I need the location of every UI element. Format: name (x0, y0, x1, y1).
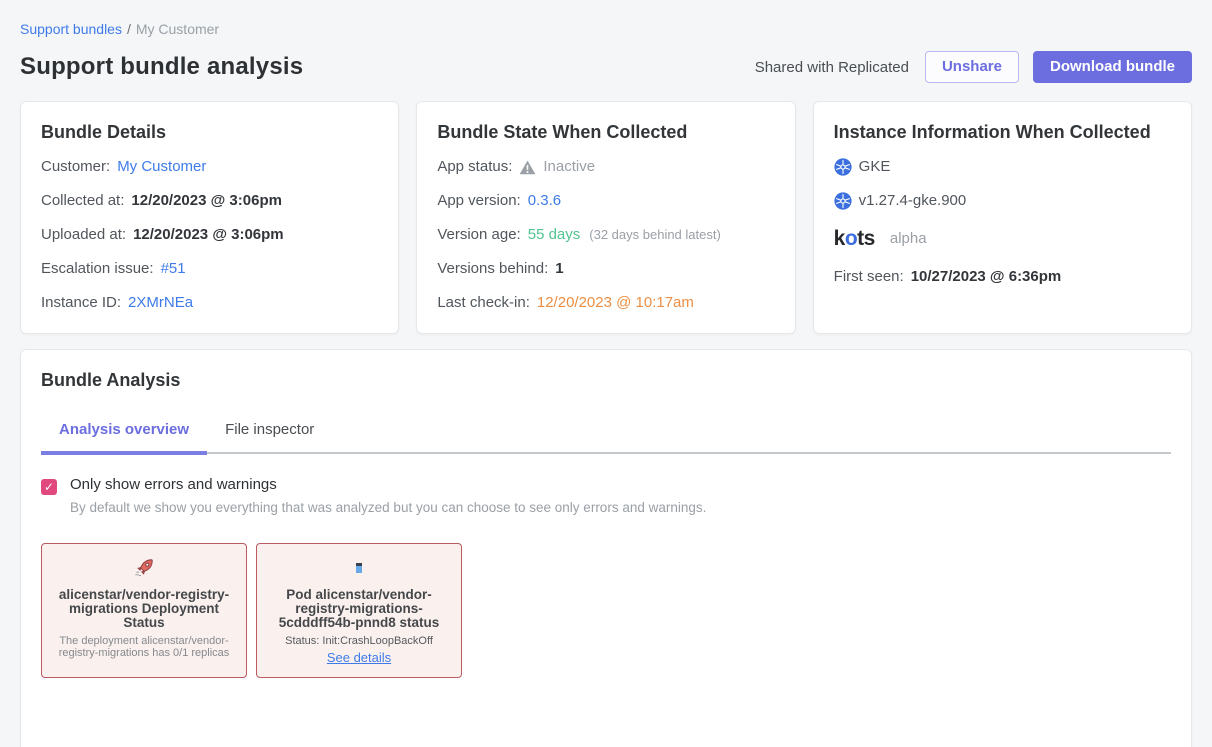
error-title: Pod alicenstar/vendor-registry-migration… (267, 588, 451, 630)
version-age-value: 55 days (528, 225, 581, 245)
deployment-status-error-card[interactable]: alicenstar/vendor-registry-migrations De… (41, 543, 247, 678)
filter-description: By default we show you everything that w… (70, 500, 706, 515)
versions-behind-row: Versions behind: 1 (437, 259, 774, 279)
collected-at-row: Collected at: 12/20/2023 @ 3:06pm (41, 191, 378, 211)
last-checkin-row: Last check-in: 12/20/2023 @ 10:17am (437, 293, 774, 313)
tab-file-inspector[interactable]: File inspector (207, 421, 332, 455)
distribution-value: GKE (859, 157, 891, 177)
version-age-note: (32 days behind latest) (589, 225, 721, 245)
version-age-row: Version age: 55 days (32 days behind lat… (437, 225, 774, 245)
breadcrumb-separator: / (127, 21, 131, 37)
uploaded-at-row: Uploaded at: 12/20/2023 @ 3:06pm (41, 225, 378, 245)
app-version-row: App version: 0.3.6 (437, 191, 774, 211)
filter-label: Only show errors and warnings (70, 476, 706, 493)
versions-behind-value: 1 (555, 259, 563, 279)
breadcrumb-current: My Customer (136, 21, 219, 37)
support-bundle-analysis-page: Support bundles / My Customer Support bund… (0, 0, 1212, 747)
error-title: alicenstar/vendor-registry-migrations De… (52, 588, 236, 630)
bundle-analysis-title: Bundle Analysis (41, 370, 1171, 391)
kots-logo-k: k (834, 227, 845, 250)
distribution-row: GKE (834, 157, 1171, 177)
kots-row: kots alpha (834, 229, 1171, 249)
bundle-state-card: Bundle State When Collected App status: … (416, 101, 795, 334)
app-version-label: App version: (437, 191, 520, 211)
analysis-results-row: alicenstar/vendor-registry-migrations De… (41, 543, 1171, 678)
instance-id-link[interactable]: 2XMrNEa (128, 293, 193, 313)
customer-link[interactable]: My Customer (117, 157, 206, 177)
errors-filter-row: ✓ Only show errors and warnings By defau… (41, 476, 1171, 515)
uploaded-at-value: 12/20/2023 @ 3:06pm (133, 225, 284, 245)
broken-image-icon (267, 556, 451, 580)
breadcrumb: Support bundles / My Customer (20, 0, 1192, 37)
only-errors-checkbox[interactable]: ✓ (41, 479, 57, 495)
app-status-value: Inactive (543, 157, 595, 177)
customer-label: Customer: (41, 157, 110, 177)
bundle-state-title: Bundle State When Collected (437, 122, 774, 143)
uploaded-at-label: Uploaded at: (41, 225, 126, 245)
first-seen-row: First seen: 10/27/2023 @ 6:36pm (834, 267, 1171, 287)
kubernetes-distribution-icon (834, 158, 852, 176)
page-header: Support bundle analysis Shared with Repl… (20, 51, 1192, 83)
version-age-label: Version age: (437, 225, 520, 245)
collected-at-label: Collected at: (41, 191, 124, 211)
first-seen-value: 10/27/2023 @ 6:36pm (911, 267, 1062, 287)
instance-id-row: Instance ID: 2XMrNEa (41, 293, 378, 313)
last-checkin-value: 12/20/2023 @ 10:17am (537, 293, 694, 313)
last-checkin-label: Last check-in: (437, 293, 530, 313)
warning-triangle-icon (519, 160, 536, 175)
download-bundle-button[interactable]: Download bundle (1033, 51, 1192, 83)
app-version-link[interactable]: 0.3.6 (528, 191, 561, 211)
tab-analysis-overview[interactable]: Analysis overview (41, 421, 207, 455)
k8s-version-value: v1.27.4-gke.900 (859, 191, 967, 211)
kots-logo-o: o (845, 227, 857, 250)
app-status-label: App status: (437, 157, 512, 177)
filter-texts: Only show errors and warnings By default… (70, 476, 706, 515)
bundle-details-card: Bundle Details Customer: My Customer Col… (20, 101, 399, 334)
instance-id-label: Instance ID: (41, 293, 121, 313)
instance-info-title: Instance Information When Collected (834, 122, 1171, 143)
header-actions: Shared with Replicated Unshare Download … (755, 51, 1192, 83)
rocket-icon (52, 556, 236, 580)
see-details-link[interactable]: See details (327, 650, 391, 665)
shared-status-text: Shared with Replicated (755, 59, 909, 76)
collected-at-value: 12/20/2023 @ 3:06pm (131, 191, 282, 211)
escalation-issue-row: Escalation issue: #51 (41, 259, 378, 279)
pod-status-error-card[interactable]: Pod alicenstar/vendor-registry-migration… (256, 543, 462, 678)
customer-row: Customer: My Customer (41, 157, 378, 177)
kubernetes-version-icon (834, 192, 852, 210)
instance-info-card: Instance Information When Collected GKE … (813, 101, 1192, 334)
escalation-issue-link[interactable]: #51 (161, 259, 186, 279)
analysis-tabs: Analysis overview File inspector (41, 421, 1171, 454)
escalation-issue-label: Escalation issue: (41, 259, 154, 279)
k8s-version-row: v1.27.4-gke.900 (834, 191, 1171, 211)
bundle-analysis-card: Bundle Analysis Analysis overview File i… (20, 349, 1192, 747)
versions-behind-label: Versions behind: (437, 259, 548, 279)
app-status-row: App status: Inactive (437, 157, 774, 177)
kots-channel: alpha (890, 229, 927, 249)
error-message: The deployment alicenstar/vendor-registr… (52, 635, 236, 659)
first-seen-label: First seen: (834, 267, 904, 287)
page-title: Support bundle analysis (20, 53, 303, 81)
info-cards-row: Bundle Details Customer: My Customer Col… (20, 101, 1192, 334)
error-status: Status: Init:CrashLoopBackOff (267, 635, 451, 647)
breadcrumb-support-bundles-link[interactable]: Support bundles (20, 21, 122, 37)
kots-logo-ts: ts (857, 227, 875, 250)
unshare-button[interactable]: Unshare (925, 51, 1019, 83)
kots-logo: kots (834, 229, 875, 249)
bundle-details-title: Bundle Details (41, 122, 378, 143)
